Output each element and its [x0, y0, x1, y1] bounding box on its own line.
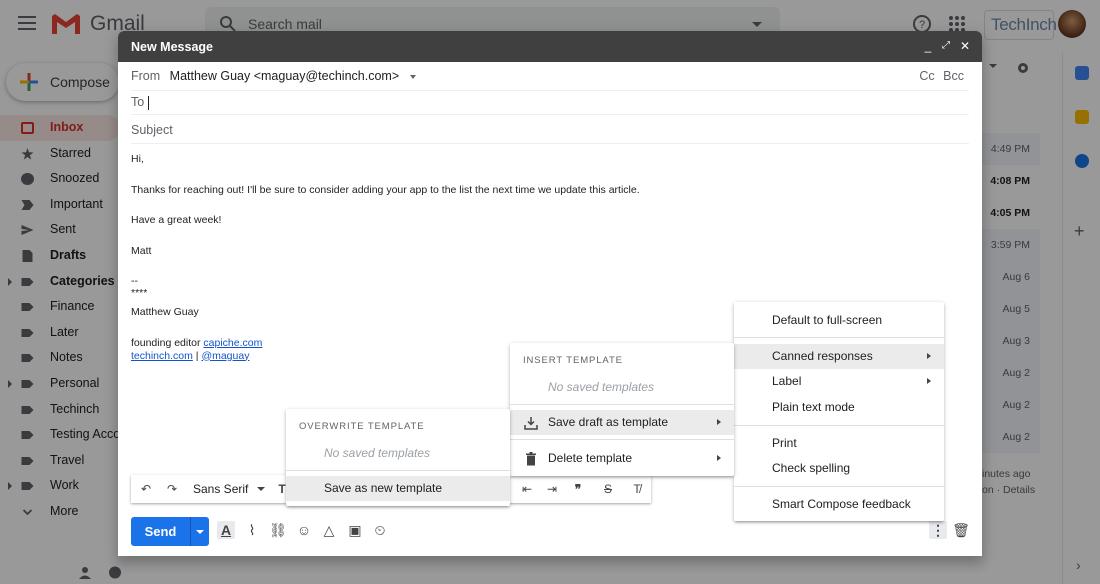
body-line: Have a great week!: [131, 214, 222, 226]
submenu-arrow-icon: [927, 353, 931, 359]
send-options-button[interactable]: [190, 517, 209, 546]
signature-link-capiche[interactable]: capiche.com: [203, 337, 262, 349]
menu-divider: [286, 470, 510, 471]
menu-divider: [510, 439, 734, 440]
insert-template-title: INSERT TEMPLATE: [523, 355, 623, 366]
compose-header[interactable]: New Message _ ⤢ ✕: [118, 31, 982, 62]
trash-icon: [526, 452, 536, 466]
menu-item-label: Save draft as template: [548, 415, 669, 429]
confidential-mode-icon[interactable]: ⏲: [371, 521, 389, 539]
more-options-icon[interactable]: ⋮: [929, 521, 947, 539]
menu-item-plain-text[interactable]: Plain text mode: [734, 395, 944, 420]
google-drive-icon[interactable]: △: [320, 521, 338, 539]
submenu-arrow-icon: [717, 419, 721, 425]
submenu-arrow-icon: [927, 378, 931, 384]
discard-draft-icon[interactable]: 🗑: [952, 521, 970, 539]
close-icon[interactable]: ✕: [958, 39, 972, 53]
menu-divider: [734, 425, 944, 426]
signature-role: founding editor: [131, 336, 201, 349]
cc-bcc: Cc Bcc: [914, 69, 964, 83]
menu-item-canned-responses[interactable]: Canned responses: [734, 344, 944, 369]
insert-emoji-icon[interactable]: ☺: [295, 521, 313, 539]
menu-divider: [734, 486, 944, 487]
to-label: To: [131, 95, 145, 109]
from-dropdown-icon[interactable]: [409, 74, 416, 79]
menu-item-save-draft-as-template[interactable]: Save draft as template: [510, 410, 734, 435]
from-field[interactable]: From Matthew Guay <maguay@techinch.com> …: [131, 69, 969, 91]
font-select[interactable]: Sans Serif: [193, 482, 248, 496]
minimize-icon[interactable]: _: [921, 39, 935, 53]
signature-dashes: --: [131, 275, 138, 287]
redo-icon[interactable]: ↷: [165, 482, 179, 496]
body-line: Thanks for reaching out! I'll be sure to…: [131, 183, 640, 196]
full-screen-icon[interactable]: ⤢: [939, 39, 953, 53]
strikethrough-icon[interactable]: S: [601, 482, 615, 496]
subject-field[interactable]: Subject: [131, 115, 969, 144]
save-download-icon: [524, 417, 538, 430]
menu-divider: [734, 337, 944, 338]
signature-link-twitter[interactable]: @maguay: [201, 350, 249, 362]
insert-template-empty: No saved templates: [548, 380, 655, 394]
overwrite-template-title: OVERWRITE TEMPLATE: [299, 421, 425, 432]
body-signoff: Matt: [131, 244, 152, 257]
text-cursor: [148, 95, 150, 110]
remove-formatting-icon[interactable]: T̸: [630, 482, 644, 496]
menu-divider: [510, 404, 734, 405]
indent-more-icon[interactable]: ⇥: [545, 482, 559, 496]
menu-item-check-spelling[interactable]: Check spelling: [734, 456, 944, 481]
undo-icon[interactable]: ↶: [139, 482, 153, 496]
cc-button[interactable]: Cc: [919, 69, 934, 83]
menu-item-default-fullscreen[interactable]: Default to full-screen: [734, 308, 944, 333]
to-field[interactable]: To: [131, 92, 969, 115]
menu-item-label-text: Label: [772, 374, 802, 388]
menu-item-save-as-new-template[interactable]: Save as new template: [286, 476, 510, 501]
menu-item-label: Delete template: [548, 451, 633, 465]
quote-icon[interactable]: ❞: [571, 482, 585, 496]
font-dropdown-icon[interactable]: [257, 487, 265, 491]
insert-photo-icon[interactable]: ▣: [346, 521, 364, 539]
overwrite-template-menu: OVERWRITE TEMPLATE No saved templates Sa…: [286, 409, 510, 506]
indent-less-icon[interactable]: ⇤: [520, 482, 534, 496]
overwrite-template-empty: No saved templates: [324, 446, 431, 460]
compose-title: New Message: [131, 40, 213, 54]
signature-link-techinch[interactable]: techinch.com: [131, 350, 193, 362]
canned-responses-menu: INSERT TEMPLATE No saved templates Save …: [510, 343, 734, 476]
from-label: From: [131, 69, 161, 83]
more-options-menu: Default to full-screen Canned responses …: [734, 302, 944, 521]
menu-item-print[interactable]: Print: [734, 431, 944, 456]
menu-item-label[interactable]: Label: [734, 369, 944, 394]
menu-item-smart-compose-feedback[interactable]: Smart Compose feedback: [734, 492, 944, 517]
menu-item-label: Canned responses: [772, 349, 873, 363]
subject-label: Subject: [131, 123, 173, 137]
bcc-button[interactable]: Bcc: [943, 69, 964, 83]
submenu-arrow-icon: [717, 455, 721, 461]
signature-stars: ****: [131, 287, 148, 299]
from-value[interactable]: Matthew Guay <maguay@techinch.com>: [170, 69, 399, 83]
insert-link-icon[interactable]: ⛓: [269, 521, 287, 539]
formatting-options-icon[interactable]: A: [217, 521, 235, 539]
attach-file-icon[interactable]: ⌇: [243, 521, 261, 539]
body-greeting: Hi,: [131, 153, 144, 165]
menu-item-delete-template[interactable]: Delete template: [510, 446, 734, 471]
send-button[interactable]: Send: [131, 517, 190, 546]
